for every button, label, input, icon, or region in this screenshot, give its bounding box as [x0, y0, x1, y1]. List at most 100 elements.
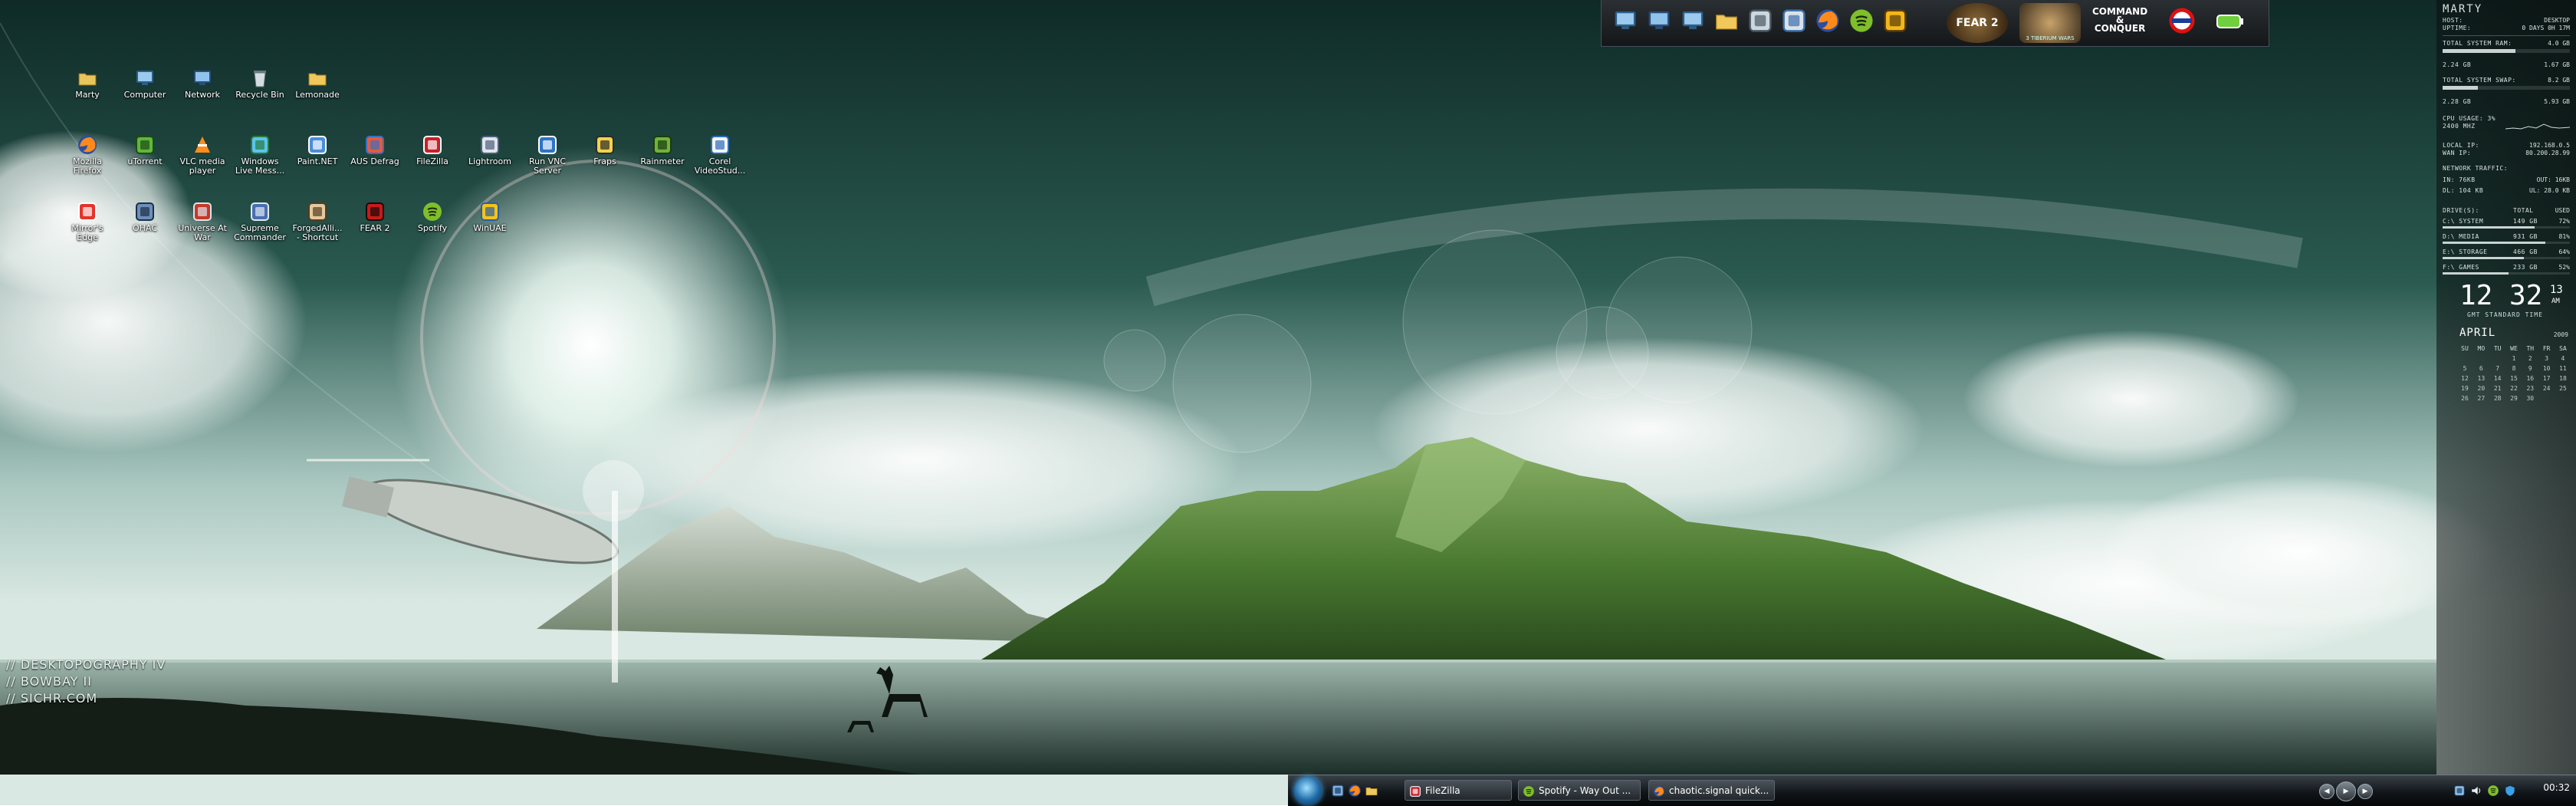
rocketdock-launcher: FEAR 2 3 TIBERIUM WARS COMMAND & CONQUER — [1601, 0, 2269, 47]
taskbar-button[interactable]: chaotic.signal quick... — [1648, 780, 1775, 801]
folder-icon — [307, 67, 328, 89]
desktop-icon[interactable]: Lightroom — [462, 134, 518, 166]
calendar-day: 26 — [2461, 395, 2469, 402]
desktop-icon[interactable]: Fraps — [577, 134, 632, 166]
lightroom-icon — [479, 134, 501, 156]
uptime-value: 0 DAYS 0H 17M — [2522, 25, 2570, 31]
calendar-weekday: SU — [2461, 345, 2469, 352]
play-icon[interactable]: ▶ — [2336, 781, 2356, 801]
spotify-tray-icon[interactable] — [2487, 785, 2499, 797]
desktop-icon[interactable]: FEAR 2 — [347, 201, 402, 233]
calendar-day: 1 — [2512, 355, 2516, 362]
folder-icon[interactable] — [1714, 8, 1740, 34]
desktop-icon[interactable]: WinUAE — [462, 201, 518, 233]
calendar-day: 12 — [2461, 375, 2469, 382]
taskbar: FileZilla Spotify - Way Out ... chaotic.si… — [1288, 775, 2576, 806]
desktop-icon-label: Corel VideoStud... — [694, 156, 746, 176]
desktop-icon[interactable]: Run VNC Server — [520, 134, 575, 176]
taskbar-button[interactable]: FileZilla — [1405, 780, 1512, 801]
taskbar-clock[interactable]: 00:32 — [2543, 778, 2570, 797]
volume-tray-icon[interactable] — [2470, 785, 2482, 797]
drive-usage-fill — [2443, 257, 2525, 259]
firefox-icon[interactable] — [1348, 784, 1362, 798]
network-icon[interactable] — [1646, 8, 1672, 34]
desktop-icon[interactable]: OHAC — [117, 201, 172, 233]
desktop-icon[interactable]: Windows Live Mess... — [232, 134, 288, 176]
defrag-icon — [364, 134, 386, 156]
desktop-icon[interactable]: Paint.NET — [290, 134, 345, 166]
previous-track-icon[interactable]: ◀ — [2319, 784, 2334, 799]
desktop-icon[interactable]: ForgedAlli... - Shortcut — [290, 201, 345, 242]
drive-usage-bar — [2443, 226, 2570, 229]
taskbar-button-label: Spotify - Way Out ... — [1539, 785, 1631, 796]
desktop-icon[interactable]: FileZilla — [405, 134, 460, 166]
desktop-icon[interactable]: VLC media player — [175, 134, 230, 176]
network-tray-icon[interactable] — [2453, 785, 2466, 797]
calendar-day: 8 — [2512, 365, 2516, 372]
folder-icon[interactable] — [1365, 784, 1378, 798]
desktop-icon-label: FileZilla — [416, 156, 449, 166]
desktop-icon-label: Spotify — [417, 223, 448, 233]
desktop-icon[interactable]: Lemonade — [290, 67, 345, 100]
paintnet-icon — [307, 134, 328, 156]
clock-seconds: 13 — [2550, 284, 2563, 296]
calendar-day: 29 — [2510, 395, 2518, 402]
drives-header-used: USED — [2555, 207, 2570, 214]
drive-total: 233 GB — [2513, 264, 2538, 271]
desktop-icon[interactable]: Mozilla Firefox — [60, 134, 115, 176]
fear2-dock-label: FEAR 2 — [1956, 17, 1999, 29]
calendar-day: 14 — [2493, 375, 2502, 382]
host-label: HOST: — [2443, 17, 2463, 24]
network-in-label: IN: 76KB — [2443, 176, 2476, 183]
wan-ip-label: WAN IP: — [2443, 150, 2472, 156]
fear2-dock-item[interactable]: FEAR 2 — [1947, 3, 2008, 43]
desktop-icon[interactable]: Universe At War — [175, 201, 230, 242]
battery-icon[interactable] — [2215, 8, 2243, 34]
calendar-weekday: WE — [2510, 345, 2518, 352]
calendar-day: 17 — [2542, 375, 2551, 382]
calendar-day: 13 — [2477, 375, 2486, 382]
desktop-icon[interactable]: Corel VideoStud... — [692, 134, 748, 176]
desktop-icon[interactable]: Recycle Bin — [232, 67, 288, 100]
calendar-month: APRIL — [2459, 327, 2496, 339]
swap-free: 5.93 GB — [2544, 98, 2570, 105]
desktop-icon[interactable]: Mirror's Edge — [60, 201, 115, 242]
cpu-graph — [2505, 123, 2570, 130]
printer-icon[interactable] — [1747, 8, 1773, 34]
pen-icon[interactable] — [1882, 8, 1908, 34]
calendar-day: 20 — [2477, 385, 2486, 392]
desktop-icon[interactable]: AUS Defrag — [347, 134, 402, 166]
show-desktop-icon[interactable] — [1331, 784, 1345, 798]
desktop-icon[interactable]: Computer — [117, 67, 172, 100]
calendar-day: 22 — [2510, 385, 2518, 392]
forged-alliance-icon — [307, 201, 328, 222]
opera-icon[interactable] — [2169, 8, 2195, 34]
drive-total: 466 GB — [2513, 248, 2538, 255]
firefox-icon[interactable] — [1815, 8, 1841, 34]
desktop-icon[interactable]: Rainmeter — [635, 134, 690, 166]
computer-icon[interactable] — [1612, 8, 1638, 34]
clock-ampm: AM — [2551, 298, 2560, 305]
spotify-icon[interactable] — [1848, 8, 1875, 34]
calendar-day: 3 — [2545, 355, 2549, 362]
monitor-icon[interactable] — [1680, 8, 1706, 34]
taskbar-button[interactable]: Spotify - Way Out ... — [1518, 780, 1641, 801]
host-value: DESKTOP — [2544, 17, 2570, 24]
cnc-dock-item[interactable]: 3 TIBERIUM WARS — [2019, 3, 2081, 43]
desktop-icon-label: Supreme Commander — [234, 223, 286, 242]
desktop-icon[interactable]: Network — [175, 67, 230, 100]
desktop-icon[interactable]: uTorrent — [117, 134, 172, 166]
next-track-icon[interactable]: ▶ — [2358, 784, 2373, 799]
upload-label: UL: 28.0 KB — [2529, 187, 2570, 194]
drive-name: F:\ GAMES — [2443, 264, 2479, 271]
shield-tray-icon[interactable] — [2504, 785, 2516, 797]
desktop-icon[interactable]: Spotify — [405, 201, 460, 233]
desktop-icon[interactable]: Marty — [60, 67, 115, 100]
taskbar-button-label: FileZilla — [1425, 785, 1460, 796]
calendar-day: 5 — [2463, 365, 2467, 372]
start-button[interactable] — [1294, 777, 1322, 804]
ohac-icon — [134, 201, 156, 222]
tools-icon[interactable] — [1781, 8, 1807, 34]
desktop-icon[interactable]: Supreme Commander — [232, 201, 288, 242]
calendar-day: 10 — [2542, 365, 2551, 372]
